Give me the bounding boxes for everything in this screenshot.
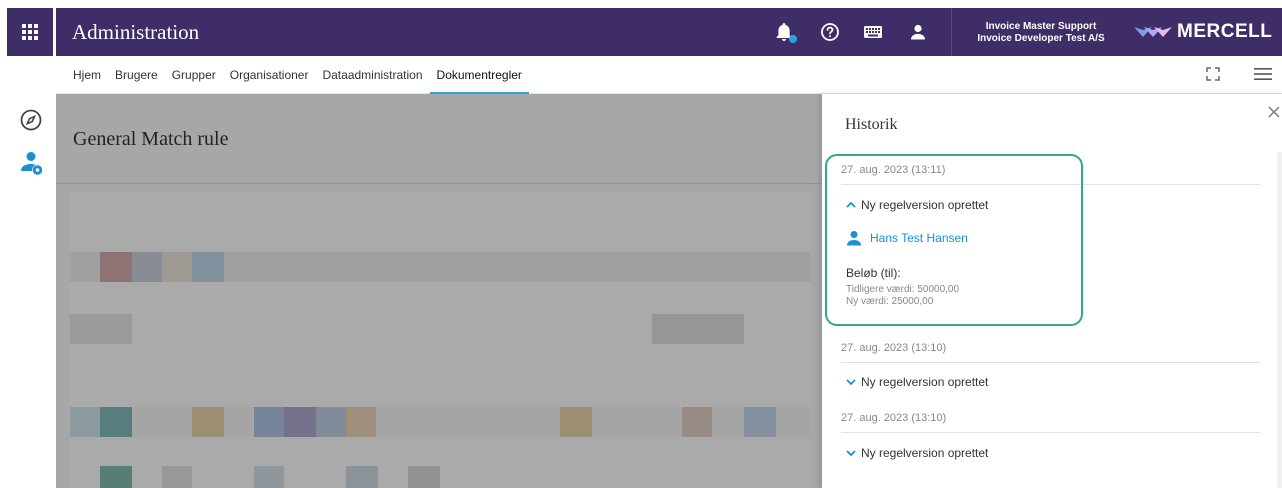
mercell-logo: MERCELL <box>1134 18 1272 46</box>
mercell-logo-icon <box>1134 27 1172 37</box>
app-title: Administration <box>72 20 200 44</box>
main-nav: Hjem Brugere Grupper Organisationer Data… <box>56 56 1282 94</box>
menu-icon[interactable] <box>1254 67 1272 81</box>
bell-icon[interactable] <box>770 18 798 46</box>
tab-brugere[interactable]: Brugere <box>115 68 158 94</box>
current-user[interactable]: Invoice Master Support Invoice Developer… <box>961 21 1121 45</box>
tab-organisationer[interactable]: Organisationer <box>230 68 309 94</box>
chevron-down-icon <box>846 450 856 457</box>
tab-grupper[interactable]: Grupper <box>172 68 216 94</box>
user-organization: Invoice Developer Test A/S <box>977 33 1105 44</box>
tab-dokumentregler[interactable]: Dokumentregler <box>429 68 530 94</box>
chevron-down-icon <box>846 379 856 386</box>
help-icon[interactable] <box>816 18 844 46</box>
entry-divider <box>841 362 1260 363</box>
user-icon[interactable] <box>904 18 932 46</box>
user-name: Invoice Master Support <box>985 21 1097 32</box>
user-admin-icon[interactable] <box>19 150 43 176</box>
entry-date: 27. aug. 2023 (13:10) <box>841 412 947 424</box>
history-panel: Historik 27. aug. 2023 (13:11) Ny regelv… <box>822 94 1282 488</box>
logo-text: MERCELL <box>1177 21 1273 42</box>
close-icon[interactable] <box>1268 106 1280 118</box>
top-bar: Administration Invoice Master Support In… <box>0 0 1282 56</box>
fullscreen-icon[interactable] <box>1205 66 1221 82</box>
entry-toggle[interactable]: Ny regelversion oprettet <box>845 375 988 389</box>
highlight-box <box>825 154 1083 326</box>
history-title: Historik <box>845 116 898 133</box>
header: Administration Invoice Master Support In… <box>56 8 1282 56</box>
header-divider <box>951 8 952 56</box>
entry-action: Ny regelversion oprettet <box>861 446 989 460</box>
keyboard-icon[interactable] <box>859 18 887 46</box>
apps-grid-icon <box>22 24 38 40</box>
entry-date: 27. aug. 2023 (13:10) <box>841 342 947 354</box>
nav-tabs: Hjem Brugere Grupper Organisationer Data… <box>73 68 536 94</box>
apps-grid-button[interactable] <box>7 8 53 56</box>
compass-icon[interactable] <box>19 108 43 132</box>
entry-toggle[interactable]: Ny regelversion oprettet <box>845 446 988 460</box>
left-sidebar <box>0 94 56 488</box>
notification-dot <box>789 35 797 43</box>
entry-action: Ny regelversion oprettet <box>861 375 989 389</box>
tab-dataadministration[interactable]: Dataadministration <box>322 68 422 94</box>
tab-hjem[interactable]: Hjem <box>73 68 101 94</box>
entry-divider <box>841 432 1260 433</box>
modal-backdrop[interactable] <box>56 94 822 488</box>
scrollbar[interactable] <box>1277 152 1282 488</box>
